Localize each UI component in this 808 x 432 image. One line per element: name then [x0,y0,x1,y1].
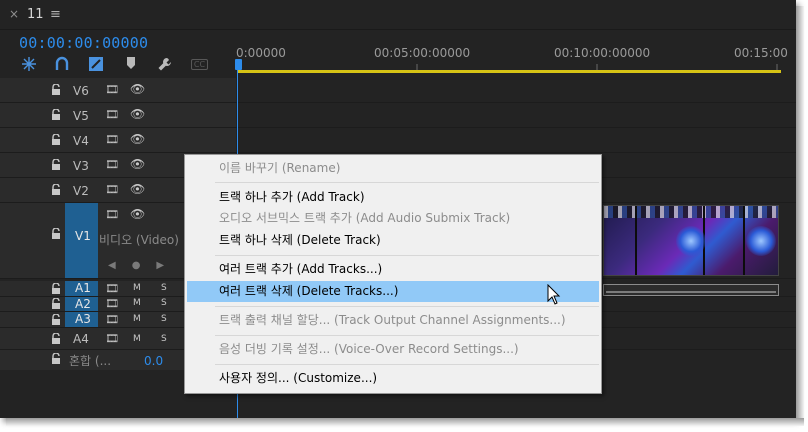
captions-button[interactable]: CC [191,59,208,70]
mute-button[interactable]: M [133,298,141,308]
lock-icon[interactable] [51,134,61,146]
sync-lock-icon[interactable]: 🎞︎ [105,297,119,310]
ruler-label-3: 00:15:00 [734,46,788,60]
wrench-icon[interactable] [156,56,174,72]
mix-volume-value[interactable]: 0.0 [144,354,163,368]
source-patch-v1[interactable]: V1 [65,203,98,278]
mix-track-label: 혼합 (... [69,354,112,368]
sync-lock-icon[interactable]: 🎞︎ [105,183,119,196]
menu-item-add-track[interactable]: 트랙 하나 추가 (Add Track) [187,187,599,208]
track-label-v2[interactable]: V2 [73,184,89,198]
sync-lock-icon[interactable]: 🎞︎ [105,282,119,295]
eye-icon[interactable]: 👁︎ [130,182,145,196]
sync-lock-icon[interactable]: 🎞︎ [105,83,119,96]
solo-button[interactable]: S [161,298,167,308]
panel-tab-bar: × 11 ≡ [0,0,796,30]
eye-icon[interactable]: 👁︎ [130,107,145,121]
source-patch-a1[interactable]: A1 [65,281,98,296]
ruler-label-1: 00:05:00:00000 [374,46,471,60]
lock-icon[interactable] [51,84,61,96]
sequence-tab[interactable]: 11 [27,7,44,22]
panel-menu-icon[interactable]: ≡ [50,7,61,22]
track-label-v5[interactable]: V5 [73,109,89,123]
solo-button[interactable]: S [161,314,167,324]
lock-icon[interactable] [51,298,61,310]
sync-lock-icon[interactable]: 🎞︎ [105,133,119,146]
track-label-v4[interactable]: V4 [73,134,89,148]
timeline-panel: × 11 ≡ 00:00:00:00000 CC 0:00000 00:05:0… [0,0,796,418]
track-label-v3[interactable]: V3 [73,159,89,173]
work-area-bar[interactable] [238,70,781,73]
video-clip[interactable] [603,205,779,276]
mouse-cursor-icon [547,284,561,305]
track-context-menu: 이름 바꾸기 (Rename) 트랙 하나 추가 (Add Track) 오디오… [184,154,602,394]
source-patch-a2[interactable]: A2 [65,297,98,311]
solo-button[interactable]: S [161,334,167,344]
sync-lock-icon[interactable]: 🎞︎ [105,108,119,121]
track-name-v1: 비디오 (Video) [99,233,179,247]
playhead-timecode[interactable]: 00:00:00:00000 [19,34,148,52]
menu-item-voice-over-record-settings[interactable]: 음성 더빙 기록 설정... (Voice-Over Record Settin… [187,339,599,360]
marker-icon[interactable] [122,56,140,72]
lock-icon[interactable] [51,228,61,240]
audio-clip[interactable] [603,284,779,296]
sync-lock-icon[interactable]: 🎞︎ [105,332,119,345]
mute-button[interactable]: M [133,314,141,324]
menu-item-add-audio-submix-track[interactable]: 오디오 서브믹스 트랙 추가 (Add Audio Submix Track) [187,208,599,229]
snap-icon[interactable] [20,56,38,72]
menu-item-customize[interactable]: 사용자 정의... (Customize...) [187,368,599,389]
menu-item-delete-tracks[interactable]: 여러 트랙 삭제 (Delete Tracks...) [187,281,599,302]
lock-icon[interactable] [51,314,61,326]
eye-icon[interactable]: 👁︎ [130,157,145,171]
track-row-v5: V5 🎞︎ 👁︎ [0,103,796,128]
eye-icon[interactable]: 👁︎ [130,132,145,146]
sync-lock-icon[interactable]: 🎞︎ [105,313,119,326]
ruler-label-2: 00:10:00:00000 [554,46,651,60]
close-tab-icon[interactable]: × [9,7,19,21]
sync-lock-icon[interactable]: 🎞︎ [105,208,119,221]
lock-icon[interactable] [51,109,61,121]
track-label-a4[interactable]: A4 [73,332,89,346]
ruler-label-0: 0:00000 [236,46,286,60]
mute-button[interactable]: M [133,283,141,293]
sync-lock-icon[interactable]: 🎞︎ [105,158,119,171]
menu-item-delete-track[interactable]: 트랙 하나 삭제 (Delete Track) [187,230,599,251]
keyframe-nav-controls[interactable]: ◀●▶ [108,260,180,271]
menu-item-rename[interactable]: 이름 바꾸기 (Rename) [187,158,599,179]
lock-icon[interactable] [51,184,61,196]
track-row-v4: V4 🎞︎ 👁︎ [0,128,796,153]
linked-selection-icon[interactable] [53,56,71,72]
lock-icon[interactable] [51,283,61,295]
menu-item-add-tracks[interactable]: 여러 트랙 추가 (Add Tracks...) [187,259,599,280]
mute-button[interactable]: M [133,334,141,344]
insert-overwrite-icon[interactable] [87,56,105,72]
menu-item-track-output-channel-assignments[interactable]: 트랙 출력 채널 할당... (Track Output Channel Ass… [187,310,599,331]
lock-icon[interactable] [51,333,61,345]
track-row-v6: V6 🎞︎ 👁︎ [0,78,796,103]
track-label-v6[interactable]: V6 [73,84,89,98]
eye-icon[interactable]: 👁︎ [130,82,145,96]
source-patch-a3[interactable]: A3 [65,312,98,327]
lock-icon[interactable] [51,353,61,365]
solo-button[interactable]: S [161,283,167,293]
time-ruler[interactable] [237,62,782,70]
playhead-handle[interactable] [235,59,242,70]
lock-icon[interactable] [51,159,61,171]
eye-icon[interactable]: 👁︎ [130,207,145,221]
